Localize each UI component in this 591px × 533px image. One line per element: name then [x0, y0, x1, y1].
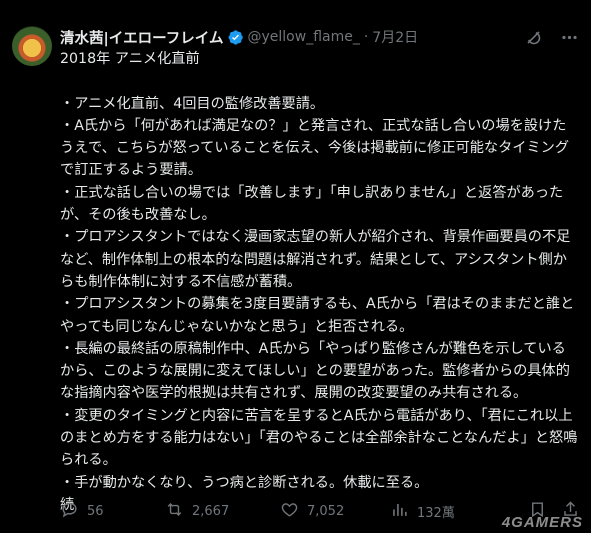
repost-icon [165, 500, 184, 523]
post-body-line: 2018年 アニメ化直前 [60, 51, 200, 67]
like-button[interactable]: 7,052 [280, 500, 390, 523]
post-body-line: ・正式な話し合いの場では「改善します」「申し訳ありません」と返答があったが、その… [60, 184, 564, 224]
separator: · [363, 29, 369, 45]
like-count: 7,052 [307, 503, 345, 519]
reply-icon [60, 500, 79, 523]
post-body-line: ・プロアシスタントの募集を3度目要請するも、A氏から「君はそのままだと誰とやって… [60, 296, 575, 335]
post-header: 清水茜|イエローフレイム @yellow_flame_ · 7月2日 [60, 27, 581, 47]
header-actions [523, 27, 579, 47]
author-handle[interactable]: @yellow_flame_ [248, 29, 360, 45]
repost-button[interactable]: 2,667 [165, 500, 280, 523]
post-body-line [60, 70, 580, 92]
post-body-line: ・長編の最終話の原稿制作中、A氏から「やっぱり監修さんが難色を示しているから、こ… [60, 340, 570, 402]
post-body-line: ・プロアシスタントではなく漫画家志望の新人が紹介され、背景作画要員の不足など、制… [60, 229, 571, 290]
post-body-line: ・手が動かなくなり、うつ病と診断される。休載に至る。 [60, 474, 429, 491]
post-body-line: ・変更のタイミングと内容に苦言を呈するとA氏から電話があり、「君にこれ以上のまと… [60, 407, 578, 469]
avatar[interactable] [12, 26, 52, 66]
more-icon[interactable] [559, 27, 579, 47]
post-body-line: ・A氏から「何があれば満足なの？」と発言され、正式な話し合いの場を設けたうえで、… [60, 117, 570, 179]
repost-count: 2,667 [192, 503, 230, 519]
view-count: 132萬 [417, 505, 455, 521]
post-body: 2018年 アニメ化直前 ・アニメ化直前、4回目の監修改善要請。・A氏から「何が… [60, 48, 580, 516]
author-name[interactable]: 清水茜|イエローフレイム [60, 27, 224, 48]
views-button[interactable]: 132萬 [390, 500, 500, 523]
verified-badge-icon [227, 29, 244, 46]
post: 清水茜|イエローフレイム @yellow_flame_ · 7月2日 2018年… [0, 0, 591, 533]
heart-icon [280, 500, 299, 523]
reply-count: 56 [87, 503, 104, 519]
watermark: 4GAMERS [501, 514, 583, 531]
grok-icon[interactable] [523, 27, 543, 47]
views-icon [390, 500, 409, 523]
post-body-line: ・アニメ化直前、4回目の監修改善要請。 [60, 95, 325, 112]
post-date[interactable]: 7月2日 [372, 27, 418, 47]
reply-button[interactable]: 56 [60, 500, 165, 523]
